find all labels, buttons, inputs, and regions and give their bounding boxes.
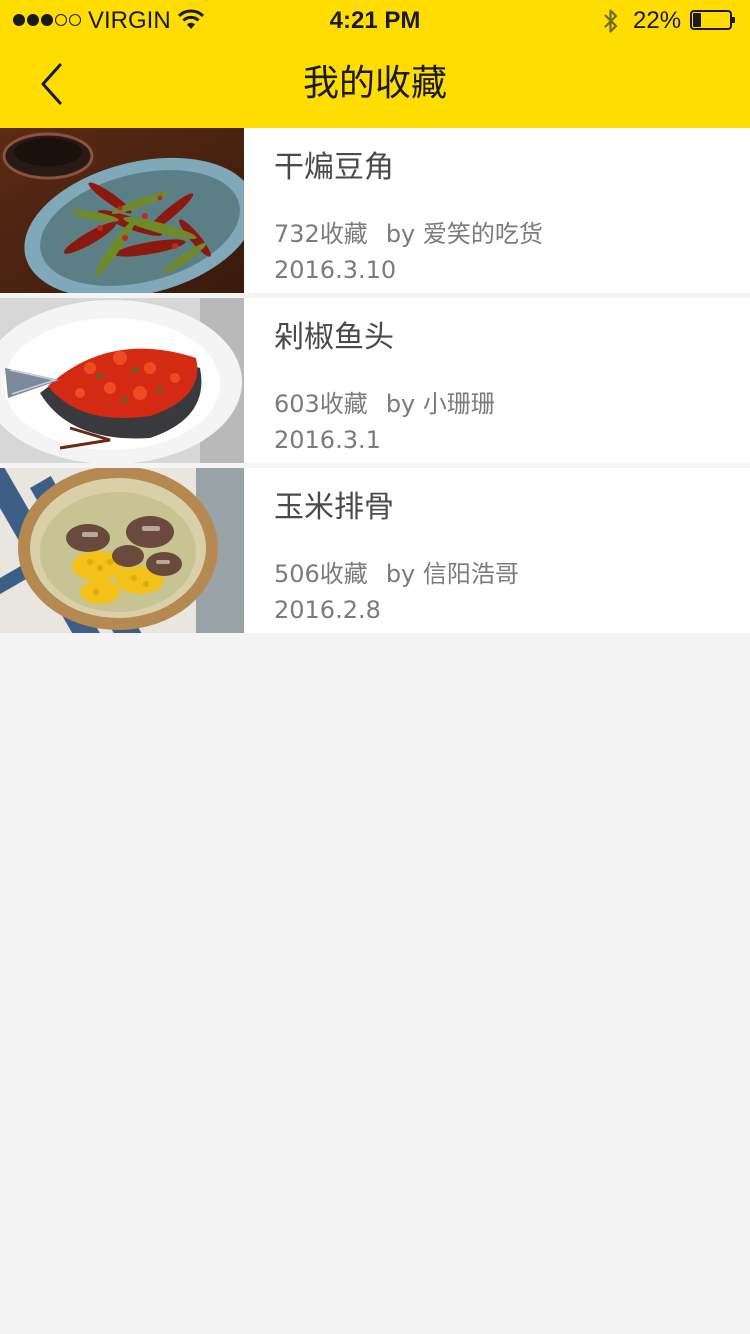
recipe-photo-dry-fried-beans (0, 128, 244, 293)
collect-count: 732收藏 (274, 220, 368, 248)
header: VIRGIN 4:21 PM 22% 我的收藏 (0, 0, 750, 128)
recipe-meta: 732收藏 by 爱笑的吃货 (274, 218, 543, 250)
recipe-name: 玉米排骨 (274, 490, 394, 525)
battery-icon (690, 10, 735, 30)
favorites-list: 干煸豆角 732收藏 by 爱笑的吃货 2016.3.10 剁椒鱼头 603收藏… (0, 128, 750, 638)
favorite-date: 2016.3.10 (274, 256, 397, 284)
collect-count: 603收藏 (274, 390, 368, 418)
page-title: 我的收藏 (302, 63, 447, 104)
favorite-item[interactable]: 剁椒鱼头 603收藏 by 小珊珊 2016.3.1 (0, 298, 750, 463)
favorites-screen: VIRGIN 4:21 PM 22% 我的收藏 干煸豆角 732收藏 by 爱笑… (0, 0, 750, 1334)
by-label: by (385, 220, 416, 248)
recipe-name: 剁椒鱼头 (274, 320, 394, 355)
bluetooth-icon (602, 7, 620, 40)
recipe-photo-chopped-chili-fish-head (0, 298, 244, 463)
recipe-meta: 506收藏 by 信阳浩哥 (274, 558, 519, 590)
recipe-meta: 603收藏 by 小珊珊 (274, 388, 495, 420)
status-bar: VIRGIN 4:21 PM 22% (0, 0, 750, 40)
favorite-item[interactable]: 干煸豆角 732收藏 by 爱笑的吃货 2016.3.10 (0, 128, 750, 293)
author-name[interactable]: 小珊珊 (423, 390, 495, 418)
favorite-date: 2016.2.8 (274, 596, 381, 624)
by-label: by (385, 390, 416, 418)
back-button[interactable] (26, 58, 78, 110)
by-label: by (385, 560, 416, 588)
chevron-left-icon (41, 63, 62, 105)
author-name[interactable]: 信阳浩哥 (423, 560, 519, 588)
battery-percentage: 22% (633, 7, 682, 34)
recipe-photo-corn-ribs-soup (0, 468, 244, 633)
favorite-date: 2016.3.1 (274, 426, 381, 454)
author-name[interactable]: 爱笑的吃货 (423, 220, 543, 248)
collect-count: 506收藏 (274, 560, 368, 588)
nav-bar: 我的收藏 (0, 40, 750, 128)
favorite-item[interactable]: 玉米排骨 506收藏 by 信阳浩哥 2016.2.8 (0, 468, 750, 633)
recipe-name: 干煸豆角 (274, 150, 394, 185)
